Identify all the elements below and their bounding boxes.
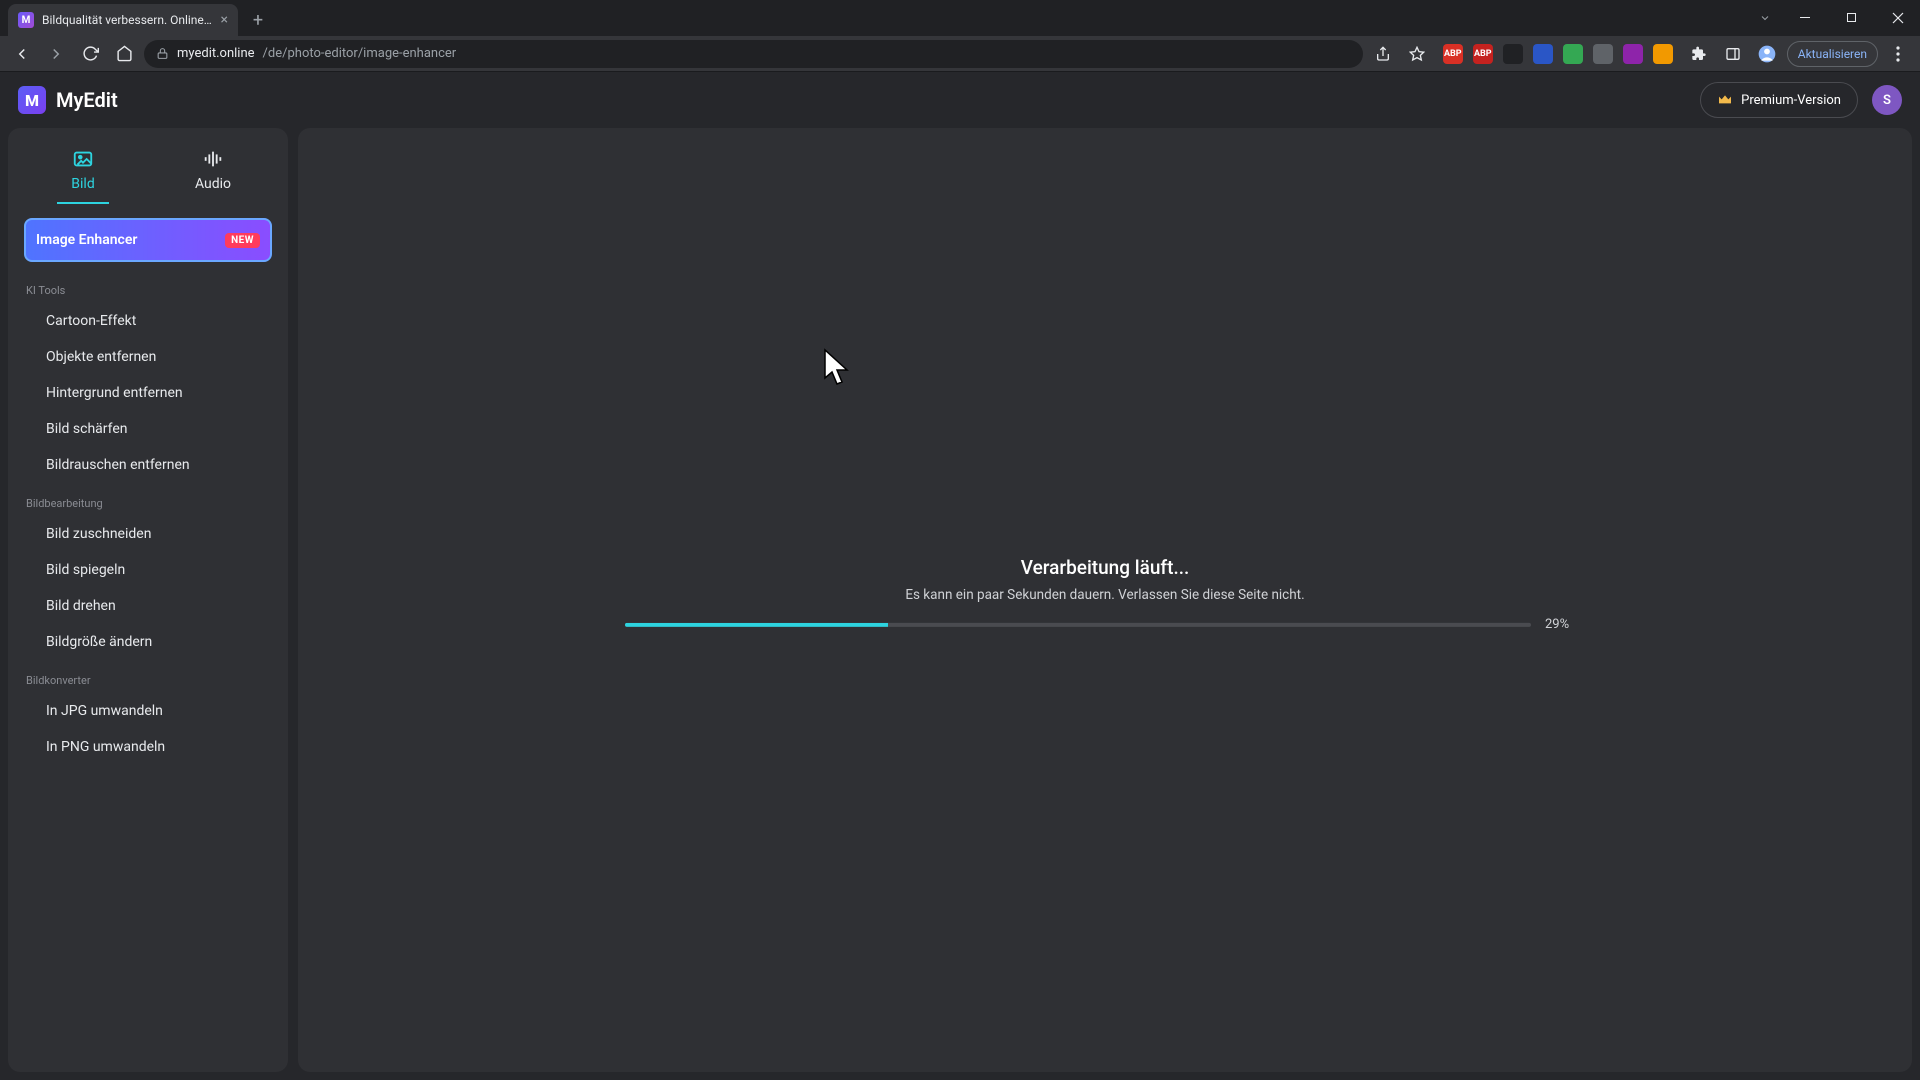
progress-percent: 29% <box>1545 617 1585 632</box>
sidebar-tab-audio[interactable]: Audio <box>148 138 278 204</box>
window-maximize-icon[interactable] <box>1830 3 1874 33</box>
sidepanel-icon[interactable] <box>1719 40 1747 68</box>
sidebar-item[interactable]: Objekte entfernen <box>18 339 278 375</box>
progress-title: Verarbeitung läuft... <box>625 556 1585 579</box>
browser-update-button[interactable]: Aktualisieren <box>1787 41 1878 67</box>
sidebar: Bild Audio Image Enhancer NEW KI ToolsCa… <box>8 128 288 1072</box>
progress-panel: Verarbeitung läuft... Es kann ein paar S… <box>625 556 1585 632</box>
header-right: Premium-Version S <box>1700 82 1902 118</box>
brand-logo-icon: M <box>18 86 46 114</box>
profile-avatar-icon[interactable] <box>1753 40 1781 68</box>
url-path: /de/photo-editor/image-enhancer <box>263 46 457 61</box>
window-minimize-icon[interactable] <box>1784 3 1828 33</box>
audio-icon <box>202 148 224 170</box>
sidebar-item[interactable]: Bild zuschneiden <box>18 516 278 552</box>
premium-label: Premium-Version <box>1741 93 1841 108</box>
nav-home-button[interactable] <box>110 40 138 68</box>
progress-subtitle: Es kann ein paar Sekunden dauern. Verlas… <box>625 587 1585 603</box>
brand-name: MyEdit <box>56 88 118 112</box>
window-controls <box>1748 0 1920 36</box>
sidebar-item[interactable]: Bild spiegeln <box>18 552 278 588</box>
main-canvas: Verarbeitung läuft... Es kann ein paar S… <box>298 128 1912 1072</box>
ext5-icon[interactable] <box>1563 44 1583 64</box>
share-icon[interactable] <box>1369 40 1397 68</box>
abp-icon[interactable]: ABP <box>1443 44 1463 64</box>
tab-favicon-icon: M <box>18 12 34 28</box>
sidebar-feature-image-enhancer[interactable]: Image Enhancer NEW <box>24 218 272 262</box>
brand[interactable]: M MyEdit <box>18 86 118 114</box>
window-close-icon[interactable] <box>1876 3 1920 33</box>
lock-icon <box>156 47 169 60</box>
app-header: M MyEdit Premium-Version S <box>0 72 1920 128</box>
ext7-icon[interactable] <box>1623 44 1643 64</box>
sidebar-item[interactable]: Bildgröße ändern <box>18 624 278 660</box>
extensions-tray: ABP ABP <box>1437 44 1679 64</box>
mouse-cursor-icon <box>823 348 855 388</box>
new-badge: NEW <box>225 233 260 248</box>
browser-tab[interactable]: M Bildqualität verbessern. Online m × <box>8 4 238 36</box>
progress-row: 29% <box>625 617 1585 632</box>
nav-forward-button[interactable] <box>42 40 70 68</box>
ext6-icon[interactable] <box>1593 44 1613 64</box>
sidebar-group-title: Bildbearbeitung <box>18 483 278 516</box>
abp2-icon[interactable]: ABP <box>1473 44 1493 64</box>
extensions-puzzle-icon[interactable] <box>1685 40 1713 68</box>
sidebar-item[interactable]: Hintergrund entfernen <box>18 375 278 411</box>
sidebar-tab-audio-label: Audio <box>195 176 231 192</box>
sidebar-item[interactable]: In PNG umwandeln <box>18 729 278 765</box>
ext4-icon[interactable] <box>1533 44 1553 64</box>
feature-label: Image Enhancer <box>36 232 137 248</box>
tabs-dropdown-icon[interactable] <box>1748 3 1782 33</box>
user-avatar[interactable]: S <box>1872 85 1902 115</box>
premium-button[interactable]: Premium-Version <box>1700 82 1858 118</box>
sidebar-group-title: KI Tools <box>18 270 278 303</box>
sidebar-tab-image[interactable]: Bild <box>18 138 148 204</box>
tab-title: Bildqualität verbessern. Online m <box>42 13 213 27</box>
sidebar-tab-image-label: Bild <box>71 176 94 192</box>
app-body: Bild Audio Image Enhancer NEW KI ToolsCa… <box>0 128 1920 1080</box>
new-tab-button[interactable]: + <box>244 6 272 34</box>
sidebar-item[interactable]: Bildrauschen entfernen <box>18 447 278 483</box>
browser-menu-icon[interactable] <box>1884 40 1912 68</box>
app-root: M MyEdit Premium-Version S Bild <box>0 72 1920 1080</box>
sidebar-item[interactable]: Cartoon-Effekt <box>18 303 278 339</box>
browser-update-label: Aktualisieren <box>1798 47 1867 61</box>
ext3-icon[interactable] <box>1503 44 1523 64</box>
ext8-icon[interactable] <box>1653 44 1673 64</box>
browser-toolbar: myedit.online/de/photo-editor/image-enha… <box>0 36 1920 72</box>
address-bar[interactable]: myedit.online/de/photo-editor/image-enha… <box>144 40 1363 68</box>
sidebar-item[interactable]: In JPG umwandeln <box>18 693 278 729</box>
nav-back-button[interactable] <box>8 40 36 68</box>
browser-chrome: M Bildqualität verbessern. Online m × + <box>0 0 1920 72</box>
progress-fill <box>625 622 888 626</box>
crown-icon <box>1717 92 1733 108</box>
sidebar-item[interactable]: Bild schärfen <box>18 411 278 447</box>
sidebar-item[interactable]: Bild drehen <box>18 588 278 624</box>
image-icon <box>72 148 94 170</box>
bookmark-star-icon[interactable] <box>1403 40 1431 68</box>
tab-close-icon[interactable]: × <box>221 12 228 28</box>
nav-reload-button[interactable] <box>76 40 104 68</box>
sidebar-tabs: Bild Audio <box>18 138 278 204</box>
tab-bar: M Bildqualität verbessern. Online m × + <box>0 0 1920 36</box>
url-host: myedit.online <box>177 46 255 61</box>
progress-bar <box>625 622 1531 626</box>
sidebar-group-title: Bildkonverter <box>18 660 278 693</box>
